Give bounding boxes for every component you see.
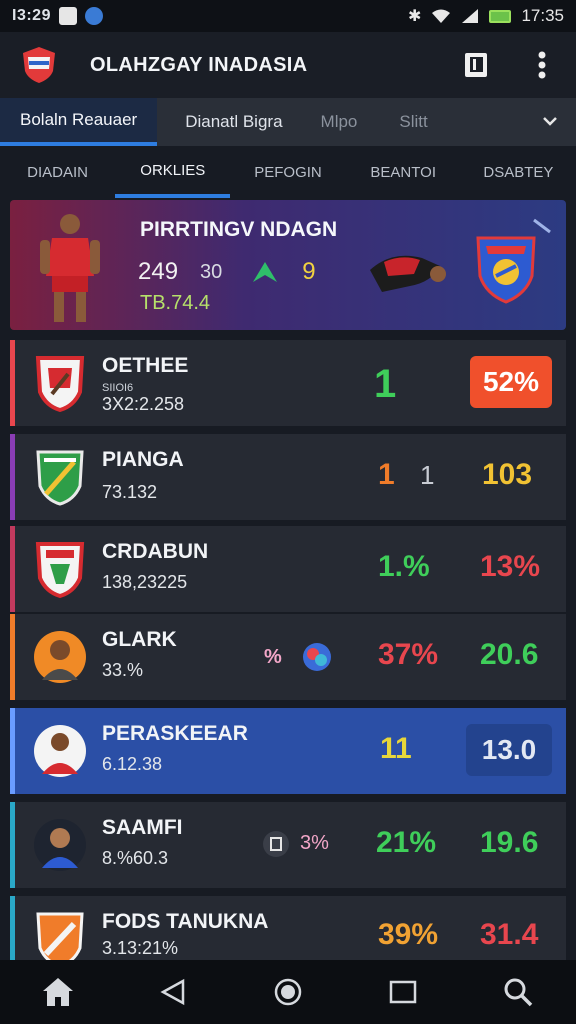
list-item[interactable]: GLARK 33.% % 37% 20.6: [10, 614, 566, 700]
item-subtext: 3.13:21%: [102, 938, 179, 958]
bluetooth-icon: ✱: [408, 8, 422, 25]
club-crest-icon: [35, 356, 85, 412]
item-subtext: 33.%: [102, 660, 144, 680]
club-crest-icon: [36, 450, 84, 506]
item-mid-value: 11: [380, 732, 412, 765]
notification-icon: [58, 7, 77, 25]
tab-secondary-4[interactable]: BEANTOI: [346, 146, 461, 198]
tab-secondary-5[interactable]: DSABTEY: [461, 146, 576, 198]
player-avatar: [34, 725, 86, 777]
tab-primary-4[interactable]: Slitt: [399, 98, 427, 146]
item-meta: SIIOI6: [102, 382, 134, 394]
tab-secondary-1[interactable]: DIADAIN: [0, 146, 115, 198]
item-mid-value: 1: [374, 362, 397, 406]
item-value: 103: [482, 458, 533, 491]
featured-title: PIRRTINGV NDAGN: [140, 218, 338, 241]
featured-stat-a: 249: [138, 258, 179, 285]
home-circle-icon[interactable]: [266, 970, 310, 1014]
team-crest-icon: [476, 236, 536, 304]
item-value: 31.4: [480, 918, 539, 951]
diving-player-illustration: [370, 255, 446, 292]
item-name: GLARK: [102, 628, 177, 651]
featured-subline: TB.74.4: [140, 292, 211, 314]
player-avatar: [34, 631, 86, 683]
item-mid-value: 39%: [378, 918, 439, 951]
item-extra: %: [264, 646, 282, 668]
trend-up-icon: [253, 262, 278, 282]
row-accent-bar: [10, 340, 15, 426]
player-avatar: [34, 819, 86, 871]
row-accent-bar: [10, 526, 15, 612]
item-value: 13%: [480, 550, 541, 583]
primary-tabs: Bolaln Reauaer Dianatl Bigra Mlpo Slitt: [0, 98, 576, 146]
item-subtext: 3X2:2.258: [102, 394, 185, 414]
status-icons: ✱ 17:35: [408, 6, 564, 26]
player-illustration: [40, 214, 100, 322]
book-icon[interactable]: [462, 51, 490, 79]
toggle-orb-icon[interactable]: [302, 642, 332, 672]
featured-stat-b: 30: [200, 260, 223, 283]
item-value: 19.6: [480, 826, 539, 859]
item-mid-value-a: 1: [378, 458, 395, 491]
item-mid-value: 1.%: [378, 550, 430, 583]
list-item[interactable]: CRDABUN 138,23225 1.% 13%: [10, 526, 566, 612]
signal-icon: [462, 9, 479, 23]
item-subtext: 73.132: [102, 482, 158, 502]
status-time-left: I3:29: [12, 7, 51, 24]
tab-primary-2[interactable]: Dianatl Bigra: [185, 98, 282, 146]
item-value-badge: 52%: [470, 356, 552, 408]
battery-icon: [489, 9, 512, 23]
item-mid-value: 21%: [376, 826, 437, 859]
item-mid-value-b: 1: [420, 460, 435, 490]
item-name: OETHEE: [102, 354, 189, 377]
tab-primary-3[interactable]: Mlpo: [321, 98, 358, 146]
item-name: CRDABUN: [102, 540, 209, 563]
wifi-icon: [432, 9, 451, 23]
featured-card[interactable]: PIRRTINGV NDAGN 249 30 9 TB.74.4: [10, 200, 566, 330]
item-mid-value: 37%: [378, 638, 439, 671]
item-name: PIANGA: [102, 448, 184, 471]
item-extra: 3%: [300, 832, 329, 854]
item-name: SAAMFI: [102, 816, 183, 839]
more-vertical-icon[interactable]: [528, 51, 556, 79]
system-nav-bar: [0, 960, 576, 1024]
corner-arrow-icon[interactable]: [532, 216, 554, 236]
item-name: PERASKEEAR: [102, 722, 248, 745]
home-icon[interactable]: [36, 970, 80, 1014]
row-accent-bar: [10, 802, 15, 888]
back-triangle-icon[interactable]: [151, 970, 195, 1014]
list-item[interactable]: OETHEE SIIOI6 3X2:2.258 1 52%: [10, 340, 566, 426]
app-bar: OLAHZGAY INADASIA: [0, 32, 576, 98]
featured-stat-c: 9: [302, 258, 316, 285]
item-name: FODS TANUKNA: [102, 910, 269, 933]
app-title: OLAHZGAY INADASIA: [90, 53, 308, 76]
status-bar: I3:29 ✱ 17:35: [0, 0, 576, 32]
search-icon[interactable]: [496, 970, 540, 1014]
club-crest-icon: [35, 542, 85, 598]
item-subtext: 6.12.38: [102, 754, 163, 774]
badge-icon: [263, 831, 289, 857]
item-value-badge: 13.0: [466, 724, 552, 776]
recents-square-icon[interactable]: [381, 970, 425, 1014]
chevron-down-icon[interactable]: [542, 113, 558, 131]
app-notification-icon: [84, 7, 103, 25]
list-item[interactable]: SAAMFI 8.%60.3 3% 21% 19.6: [10, 802, 566, 888]
secondary-tabs: DIADAIN ORKLIES PEFOGIN BEANTOI DSABTEY: [0, 146, 576, 198]
list-item[interactable]: PIANGA 73.132 1 1 103: [10, 434, 566, 520]
row-accent-bar: [10, 708, 15, 794]
app-bar-actions: [462, 51, 556, 79]
tab-secondary-3[interactable]: PEFOGIN: [230, 146, 345, 198]
row-accent-bar: [10, 434, 15, 520]
tab-primary-1[interactable]: Bolaln Reauaer: [0, 98, 158, 146]
item-value: 20.6: [480, 638, 539, 671]
featured-stats: 249 30 9: [138, 258, 316, 286]
item-subtext: 138,23225: [102, 572, 188, 592]
app-logo-icon[interactable]: [20, 45, 58, 85]
list-item-selected[interactable]: PERASKEEAR 6.12.38 11 13.0: [10, 708, 566, 794]
item-subtext: 8.%60.3: [102, 848, 169, 868]
row-accent-bar: [10, 614, 15, 700]
tab-secondary-2[interactable]: ORKLIES: [115, 146, 231, 198]
status-time-right: 17:35: [521, 6, 564, 25]
